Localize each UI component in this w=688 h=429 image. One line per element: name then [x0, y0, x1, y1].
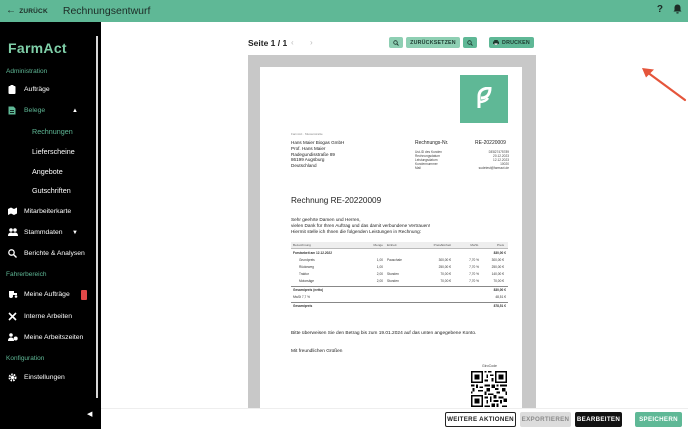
sidebar-item-lieferscheine[interactable]: Lieferscheine	[32, 147, 75, 156]
table-header: Bezeichnung Menge Einheit Preis/Einheit …	[291, 242, 508, 249]
back-label: ZURÜCK	[19, 7, 48, 15]
invoice-table: Bezeichnung Menge Einheit Preis/Einheit …	[291, 242, 508, 309]
top-bar: ← ZURÜCK Rechnungsentwurf ?	[0, 0, 688, 22]
section-fahrerbereich: Fahrerbereich	[6, 271, 47, 278]
sidebar-item-mitarbeiterkarte[interactable]: Mitarbeiterkarte	[8, 207, 96, 216]
notification-badge	[81, 290, 87, 300]
sidebar-item-auftraege[interactable]: Aufträge	[8, 85, 96, 94]
sidebar: FarmAct Administration Aufträge Belege ▲…	[0, 22, 101, 429]
page-title: Rechnungsentwurf	[62, 5, 151, 17]
question-icon[interactable]: ?	[657, 4, 663, 17]
arrow-left-icon: ←	[6, 5, 17, 16]
next-page-icon[interactable]: ›	[310, 38, 313, 47]
sidebar-item-einstellungen[interactable]: Einstellungen	[8, 373, 96, 382]
recipient-address: Hans Maier Biogas GmbH Prof. Hans Maier …	[291, 140, 345, 169]
gross-total-row: Gesamtpreis 878,51 €	[291, 302, 508, 308]
sidebar-scrollbar[interactable]	[96, 36, 98, 398]
more-actions-button[interactable]: WEITERE AKTIONEN	[445, 412, 516, 427]
table-row: Motorsäge 2,00 Stunden 70,00 € 7,70 % 70…	[299, 278, 504, 283]
people-icon	[8, 228, 18, 237]
page-indicator: Seite 1 / 1	[248, 38, 288, 48]
save-button[interactable]: SPEICHERN	[635, 412, 682, 427]
print-button[interactable]: DRUCKEN	[489, 37, 534, 48]
sender-line: FarmAct · Musterstraße	[291, 132, 323, 136]
reset-button[interactable]: ZURÜCKSETZEN	[406, 37, 460, 48]
invoice-title: Rechnung RE-20220009	[291, 196, 382, 205]
table-group-row: Forstarbeit am 12.12.2022 830,00 €	[293, 250, 506, 255]
farmact-leaf-icon	[477, 87, 492, 108]
gear-icon	[8, 373, 18, 382]
invoice-number: RE-20220009	[475, 140, 506, 146]
vat-row: MwSt 7,7 % 48,51 €	[293, 294, 506, 299]
map-icon	[8, 207, 18, 216]
invoice-page: FarmAct · Musterstraße Hans Maier Biogas…	[260, 67, 522, 408]
zoom-out-icon	[393, 39, 399, 46]
section-konfiguration: Konfiguration	[6, 355, 45, 362]
sidebar-item-belege[interactable]: Belege ▲	[8, 106, 96, 115]
table-row: Traktor 2,00 Stunden 70,00 € 7,70 % 140,…	[299, 271, 504, 276]
sidebar-item-interne-arbeiten[interactable]: Interne Arbeiten	[8, 312, 96, 321]
sidebar-item-stammdaten[interactable]: Stammdaten ▼	[8, 228, 96, 237]
zoom-in-button[interactable]	[463, 37, 477, 48]
sidebar-item-meine-arbeitszeiten[interactable]: Meine Arbeitszeiten	[8, 333, 96, 342]
net-total-row: Gesamtpreis (netto) 830,00 €	[291, 286, 508, 292]
app-logo: FarmAct	[8, 40, 67, 56]
qr-label: GiroCode	[482, 364, 497, 368]
export-button[interactable]: EXPORTIEREN	[520, 412, 571, 427]
prev-page-icon[interactable]: ‹	[291, 38, 294, 47]
annotation-arrow-icon	[642, 68, 687, 102]
document-viewer: Seite 1 / 1 ‹ › ZURÜCKSETZEN DRUCKEN Far…	[101, 22, 688, 408]
printer-icon	[493, 40, 500, 45]
sidebar-item-berichte[interactable]: Berichte & Analysen	[8, 249, 96, 258]
edit-button[interactable]: BEARBEITEN	[575, 412, 622, 427]
chevron-up-icon: ▲	[72, 107, 78, 114]
closing: Mit freundlichen Grüßen	[291, 349, 343, 354]
sidebar-item-gutschriften[interactable]: Gutschriften	[32, 186, 71, 195]
table-row: Rückeweg 1,00 250,00 € 7,70 % 250,00 €	[299, 264, 504, 269]
clipboard-icon	[8, 85, 18, 94]
sidebar-item-rechnungen[interactable]: Rechnungen	[32, 127, 73, 136]
payment-note: Bitte überweisen Sie den Betrag bis zum …	[291, 331, 477, 336]
invoice-letter: Sehr geehrte Damen und Herren, vielen Da…	[291, 217, 431, 234]
qr-code-icon	[471, 371, 507, 407]
tractor-icon	[8, 290, 18, 299]
sidebar-item-angebote[interactable]: Angebote	[32, 167, 63, 176]
invoice-meta: Ust-ID des Kunden DE827475789 Rechnungsda…	[415, 150, 509, 170]
document-icon	[8, 106, 18, 115]
back-button[interactable]: ← ZURÜCK	[6, 6, 48, 16]
zoom-out-button[interactable]	[389, 37, 403, 48]
action-footer: WEITERE AKTIONEN EXPORTIEREN BEARBEITEN …	[101, 408, 688, 429]
zoom-in-icon	[467, 39, 473, 46]
user-clock-icon	[8, 333, 18, 342]
chevron-down-icon: ▼	[72, 229, 78, 236]
company-logo	[460, 75, 508, 123]
table-row: Grundpreis 1,00 Pauschale 300,00 € 7,70 …	[299, 257, 504, 262]
invoice-number-label: Rechnungs-Nr.	[415, 140, 449, 146]
search-chart-icon	[8, 249, 18, 258]
bell-icon[interactable]	[673, 4, 682, 17]
collapse-sidebar-icon[interactable]: ◀	[87, 410, 92, 418]
tools-icon	[8, 312, 18, 321]
section-administration: Administration	[6, 68, 48, 75]
pdf-page-frame: FarmAct · Musterstraße Hans Maier Biogas…	[248, 55, 536, 408]
